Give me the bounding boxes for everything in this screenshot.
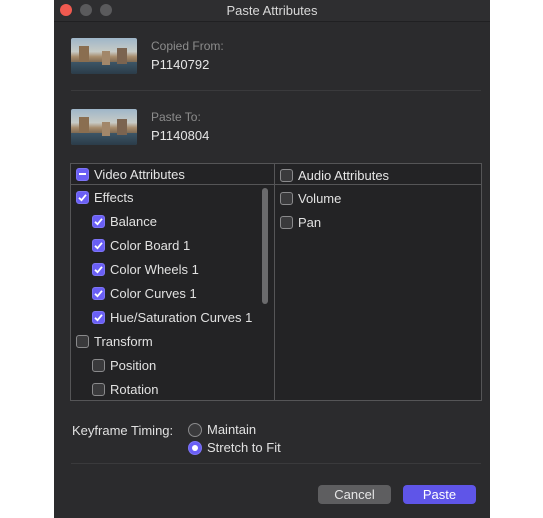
list-item-rotation[interactable]: Rotation [92,379,158,399]
list-item-color-board[interactable]: Color Board 1 [92,235,190,255]
window-title: Paste Attributes [226,3,318,18]
list-item-balance[interactable]: Balance [92,211,157,231]
transform-checkbox[interactable] [76,334,89,348]
list-item-pan[interactable]: Pan [280,212,321,232]
audio-attributes-label: Audio Attributes [298,167,390,183]
video-attributes-column: Video Attributes Effects Balance Color B… [71,164,275,400]
color-curves-label: Color Curves 1 [110,285,197,301]
rotation-checkbox[interactable] [92,382,105,396]
rotation-label: Rotation [110,381,159,397]
list-item-transform[interactable]: Transform [76,331,153,351]
title-bar: Paste Attributes [54,0,490,22]
keyframe-timing-label: Keyframe Timing: [72,423,174,438]
audio-attributes-header: Audio Attributes [275,164,481,185]
copied-from-value: P1140792 [151,57,210,72]
video-attributes-toggle[interactable]: Video Attributes [76,164,185,184]
paste-to-label: Paste To: [151,110,201,124]
paste-to-value: P1140804 [151,128,210,143]
volume-label: Volume [298,190,342,206]
color-board-label: Color Board 1 [110,237,191,253]
paste-to-thumbnail [71,109,137,145]
transform-label: Transform [94,333,153,349]
stretch-to-fit-label: Stretch to Fit [207,440,281,455]
video-attributes-scrollbar[interactable] [260,185,270,399]
paste-attributes-dialog: Paste Attributes Copied From: P1140792 P… [54,0,490,518]
color-wheels-checkbox[interactable] [92,262,105,276]
list-item-position[interactable]: Position [92,355,156,375]
list-item-volume[interactable]: Volume [280,188,341,208]
divider [71,463,481,464]
radio-stretch-to-fit[interactable]: Stretch to Fit [188,440,281,455]
cancel-button[interactable]: Cancel [318,485,391,504]
maintain-radio-button[interactable] [188,422,202,437]
effects-label: Effects [94,189,134,205]
balance-label: Balance [110,213,157,229]
color-board-checkbox[interactable] [92,238,105,252]
copied-from-thumbnail [71,38,137,74]
volume-checkbox[interactable] [280,191,293,205]
list-item-color-curves[interactable]: Color Curves 1 [92,283,197,303]
radio-maintain[interactable]: Maintain [188,422,256,437]
audio-attributes-checkbox[interactable] [280,168,293,182]
pan-checkbox[interactable] [280,215,293,229]
color-curves-checkbox[interactable] [92,286,105,300]
hue-saturation-curves-label: Hue/Saturation Curves 1 [110,309,253,325]
position-checkbox[interactable] [92,358,105,372]
position-label: Position [110,357,157,373]
divider [71,90,481,91]
copied-from-label: Copied From: [151,39,224,53]
list-item-hue-saturation-curves[interactable]: Hue/Saturation Curves 1 [92,307,252,327]
color-wheels-label: Color Wheels 1 [110,261,199,277]
audio-attributes-toggle[interactable]: Audio Attributes [280,165,389,185]
list-item-color-wheels[interactable]: Color Wheels 1 [92,259,199,279]
audio-attributes-column: Audio Attributes Volume Pan [275,164,481,400]
balance-checkbox[interactable] [92,214,105,228]
list-item-effects[interactable]: Effects [76,187,134,207]
paste-button[interactable]: Paste [403,485,476,504]
hue-saturation-curves-checkbox[interactable] [92,310,105,324]
pan-label: Pan [298,214,322,230]
effects-checkbox[interactable] [76,190,89,204]
maintain-label: Maintain [207,422,257,437]
attributes-panel: Video Attributes Effects Balance Color B… [70,163,482,401]
video-attributes-checkbox[interactable] [76,167,89,181]
video-attributes-label: Video Attributes [94,166,185,182]
scrollbar-thumb[interactable] [262,188,268,304]
stretch-to-fit-radio-button[interactable] [188,440,202,455]
video-attributes-header: Video Attributes [71,164,274,185]
